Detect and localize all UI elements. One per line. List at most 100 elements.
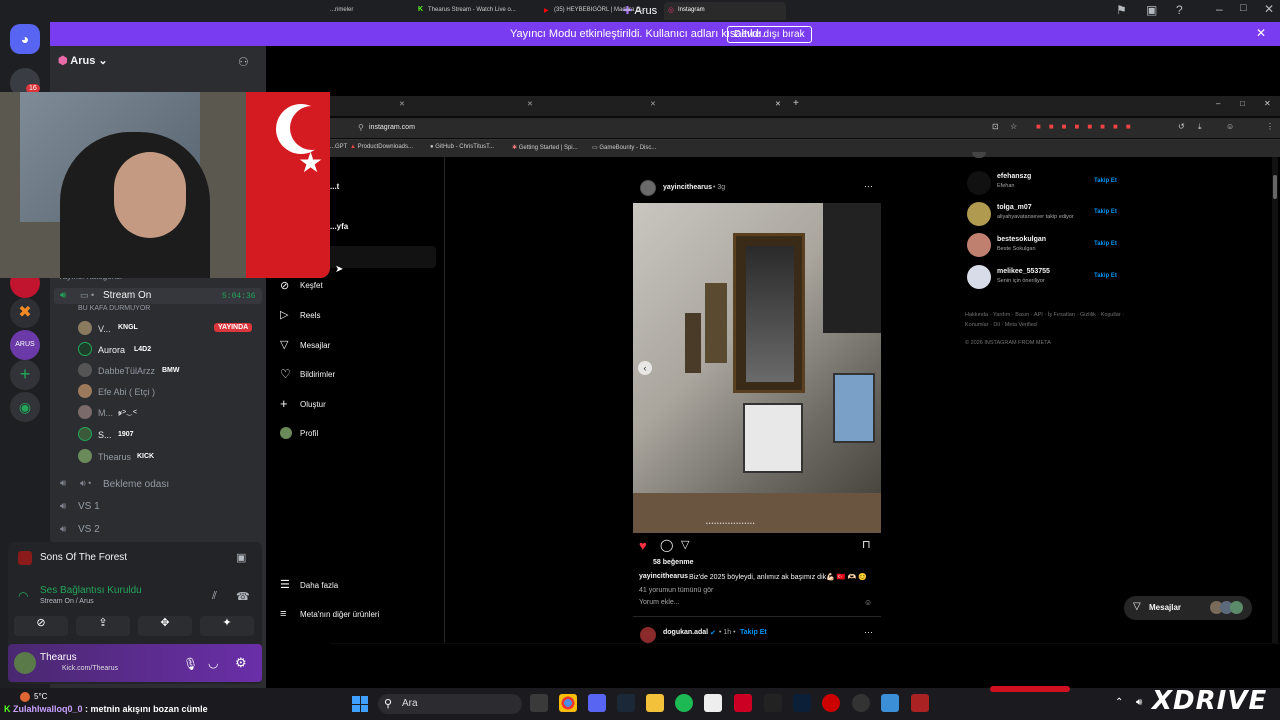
task-view-icon[interactable] [530,694,548,712]
nav-item-partial[interactable]: ...t [330,182,339,191]
browser-tab-active[interactable]: ◎ Instagram [664,2,786,20]
browser-minimize-icon[interactable]: – [1216,99,1220,108]
connection-status[interactable]: Ses Bağlantısı Kuruldu [40,585,142,596]
browser-close-icon[interactable]: ✕ [1264,99,1271,108]
post-image[interactable] [633,203,881,533]
volume-icon[interactable]: 🔊︎ [1136,697,1142,708]
likes-count[interactable]: 58 beğenme [653,559,693,566]
screen-share-icon[interactable]: ▣ [236,551,246,564]
explore-icon[interactable]: ◉ [10,392,40,422]
noise-suppression-icon[interactable]: ⫽ [212,590,217,603]
history-icon[interactable]: ↺ [1178,122,1185,131]
disconnect-icon[interactable]: ☎ [236,590,250,603]
minimize-icon[interactable]: – [1216,2,1223,16]
disable-streamer-mode-button[interactable]: Devre dışı bırak [727,26,812,43]
headphones-icon[interactable]: ◡ [208,656,218,670]
browser-tab[interactable]: ...rimeler [316,2,410,20]
start-icon[interactable] [352,696,368,712]
avatar[interactable] [640,180,656,196]
next-post-username[interactable]: dogukan.adal [663,629,708,636]
app-icon[interactable] [822,694,840,712]
bookmark-item[interactable]: ✱ Getting Started | Spi... [512,144,578,151]
bookmark-item[interactable]: ▭ GameBounty - Disc... [592,144,656,151]
help-icon[interactable]: ? [1176,3,1183,17]
extensions-icon[interactable]: ■■■■■■■■ [1036,122,1166,132]
discord-home-icon[interactable]: ◕ [10,24,40,54]
close-tab-icon[interactable]: ✕ [527,100,533,108]
follow-link[interactable]: Takip Et [740,629,767,636]
nav-item-home[interactable]: ...yfa [330,222,348,231]
liked-heart-icon[interactable]: ♥ [639,538,647,553]
server-header[interactable]: ⬢ Arus ⌄ [58,54,258,72]
follow-button[interactable]: Takip Et [1094,209,1117,215]
chrome-icon[interactable] [559,694,577,712]
close-tab-icon[interactable]: ✕ [399,100,405,108]
app-icon[interactable] [704,694,722,712]
comment-input[interactable]: Yorum ekle... [639,599,680,606]
camera-off-button[interactable]: ⊘ [14,616,68,636]
close-icon[interactable]: ✕ [1264,2,1274,16]
download-icon[interactable]: ⤓ [1198,122,1202,132]
epic-games-icon[interactable] [764,694,782,712]
activities-button[interactable]: ✥ [138,616,192,636]
maximize-icon[interactable]: □ [1240,2,1247,14]
discord-taskbar-icon[interactable] [588,694,606,712]
carousel-prev-icon[interactable]: ‹ [638,361,652,375]
comment-icon[interactable]: ◯ [660,538,673,552]
browser-maximize-icon[interactable]: □ [1240,99,1245,108]
site-info-icon[interactable]: ⚲ [358,123,364,132]
taskbar-search[interactable]: ⚲ Ara [378,694,522,714]
follow-button[interactable]: Takip Et [1094,241,1117,247]
caption-username[interactable]: yayincithearus [639,573,688,580]
screen-icon[interactable]: ▣ [1146,3,1157,17]
photoshop-icon[interactable] [793,694,811,712]
footer-links[interactable]: Hakkında · Yardım · Basın · API · İş Fır… [965,310,1125,330]
gear-icon[interactable]: ⚙ [235,655,247,671]
mic-icon[interactable]: 🎙︎ [183,657,198,671]
browser-tab[interactable]: ▶ (35) HEYBEBIGÖRL | Madara O... [540,2,662,20]
weather-temp[interactable]: 5°C [34,692,47,701]
close-banner-icon[interactable]: ✕ [1256,26,1266,40]
messages-button[interactable]: ▽ Mesajlar [1124,596,1252,620]
more-options-icon[interactable]: ··· [864,181,873,191]
avatar[interactable] [640,627,656,643]
server-icon-x[interactable]: ✖ [10,298,40,328]
bookmark-item[interactable]: ● GitHub - ChrisTitusT... [430,144,494,150]
server-icon-arus[interactable]: ARUS [10,330,40,360]
suggestion-subtitle: Efehan [997,183,1015,189]
share-screen-button[interactable]: ⇪ [76,616,130,636]
close-tab-icon[interactable]: ✕ [650,100,656,108]
inbox-icon[interactable]: ⚑ [1116,3,1127,17]
follow-button[interactable]: Takip Et [1094,178,1117,184]
url-text[interactable]: instagram.com [369,124,415,131]
app-icon[interactable] [734,694,752,712]
file-explorer-icon[interactable] [646,694,664,712]
new-tab-icon[interactable]: + [793,98,799,109]
obs-icon[interactable] [852,694,870,712]
add-server-icon[interactable]: + [10,360,40,390]
tray-chevron-icon[interactable]: ⌃ [1115,697,1123,708]
browser-tab[interactable]: K Thearus Stream - Watch Live o... [414,2,540,20]
scrollbar[interactable] [1272,157,1278,643]
bookmark-item[interactable]: ...GPT [330,144,347,150]
spotify-icon[interactable] [675,694,693,712]
install-icon[interactable]: ⊡ [992,122,999,131]
save-icon[interactable]: ⊓ [862,538,871,551]
share-icon[interactable]: ▽ [681,538,689,551]
profile-icon[interactable]: ☺ [1226,122,1234,131]
add-friend-icon[interactable]: ⚇ [238,55,249,69]
close-tab-icon[interactable]: ✕ [775,100,781,108]
app-icon[interactable] [911,694,929,712]
steam-icon[interactable] [617,694,635,712]
menu-icon[interactable]: ⋮ [1266,122,1274,131]
bookmark-star-icon[interactable]: ☆ [1010,122,1017,131]
view-comments-link[interactable]: 41 yorumun tümünü gör [639,587,713,594]
avatar[interactable] [14,652,36,674]
emoji-icon[interactable]: ☺ [864,598,872,607]
soundboard-button[interactable]: ✦ [200,616,254,636]
post-username[interactable]: yayincithearus [663,184,712,191]
app-icon[interactable] [881,694,899,712]
bookmark-item[interactable]: ▲ ProductDownloads... [350,144,413,150]
follow-button[interactable]: Takip Et [1094,273,1117,279]
more-options-icon[interactable]: ··· [864,627,873,637]
